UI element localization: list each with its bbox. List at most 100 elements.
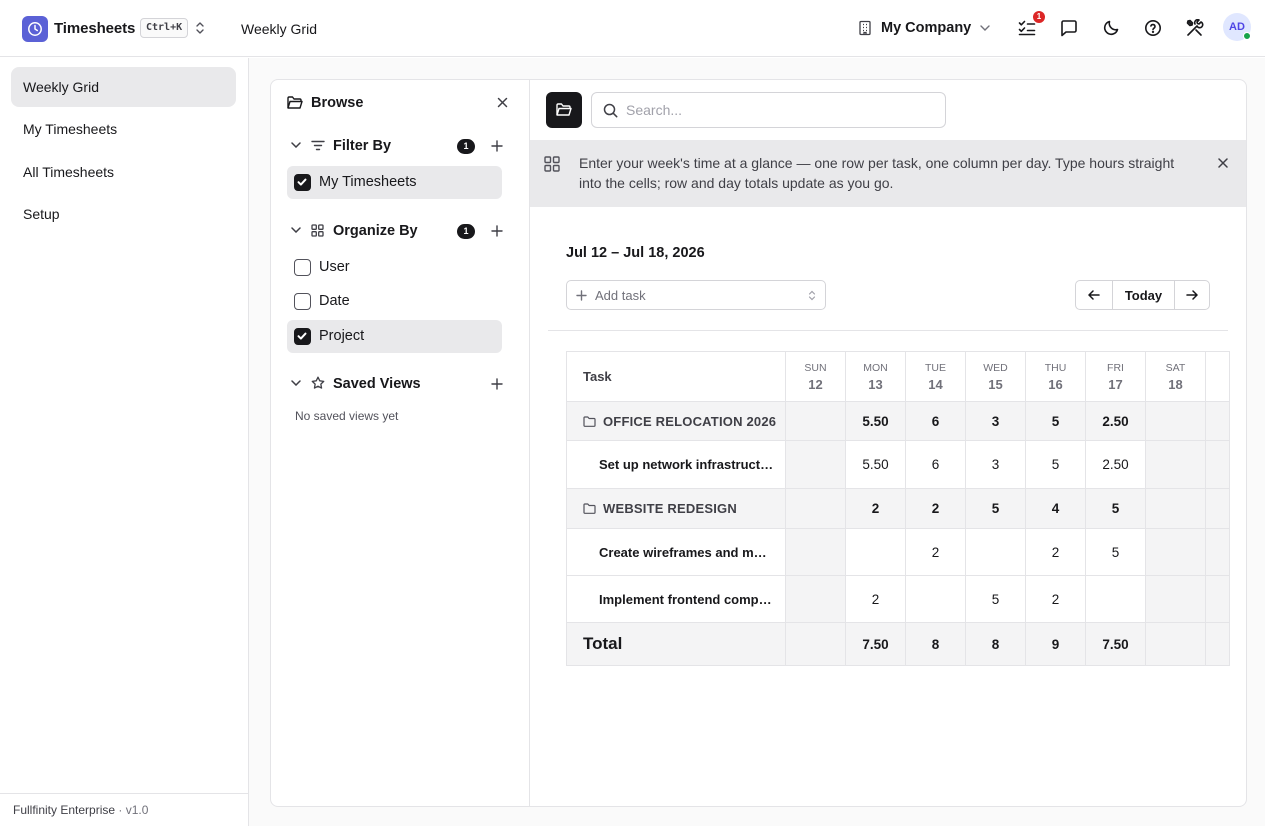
toggle-browse-button[interactable]	[546, 92, 582, 128]
add-group-icon[interactable]	[491, 225, 503, 237]
day-name: WED	[983, 361, 1008, 374]
day-total-cell: 8	[906, 623, 966, 665]
hours-input-cell[interactable]: 2	[846, 576, 906, 623]
task-row-label[interactable]: Create wireframes and mockups	[567, 529, 786, 576]
hours-input-cell[interactable]	[966, 529, 1026, 576]
hours-input-cell[interactable]	[786, 441, 846, 489]
moon-icon[interactable]	[1101, 18, 1121, 38]
sidebar: Weekly Grid My Timesheets All Timesheets…	[0, 58, 249, 826]
chevron-down-icon[interactable]	[291, 142, 301, 148]
hours-input-cell[interactable]	[1086, 576, 1146, 623]
day-number: 16	[1048, 376, 1063, 392]
day-number: 15	[988, 376, 1003, 392]
week-range: Jul 12 – Jul 18, 2026	[566, 245, 705, 261]
close-icon[interactable]	[497, 97, 508, 108]
organize-by-title[interactable]: Organize By	[333, 223, 418, 239]
hours-input-cell[interactable]	[1146, 576, 1206, 623]
hours-input-cell[interactable]: 2	[906, 529, 966, 576]
notification-badge: 1	[1033, 11, 1045, 23]
next-week-button[interactable]	[1175, 281, 1209, 309]
hours-input-cell[interactable]: 5	[966, 576, 1026, 623]
company-switcher[interactable]: My Company	[858, 17, 990, 39]
chevron-down-icon	[980, 25, 990, 31]
grid-icon	[311, 224, 324, 237]
day-name: SUN	[804, 361, 827, 374]
organize-option-label: User	[319, 259, 350, 275]
footer-separator: ·	[118, 803, 123, 817]
hours-input-cell[interactable]: 2	[1026, 576, 1086, 623]
organize-option-date[interactable]: Date	[287, 285, 502, 318]
group-hours-cell	[1146, 489, 1206, 529]
project-group-row-label: WEBSITE REDESIGN	[567, 489, 786, 529]
group-hours-cell: 2	[906, 489, 966, 529]
day-column-header: FRI 17	[1086, 352, 1146, 402]
hours-input-cell[interactable]	[1146, 529, 1206, 576]
help-icon[interactable]	[1143, 18, 1163, 38]
saved-views-empty: No saved views yet	[295, 409, 399, 423]
day-column-header: MON 13	[846, 352, 906, 402]
task-row-label[interactable]: Set up network infrastructure	[567, 441, 786, 489]
grid-extra-cell	[1206, 576, 1229, 623]
day-total-cell	[786, 623, 846, 665]
previous-week-button[interactable]	[1076, 281, 1112, 309]
checkbox-checked[interactable]	[294, 174, 311, 191]
group-hours-cell: 5	[1026, 402, 1086, 441]
chevron-down-icon[interactable]	[291, 380, 301, 386]
filter-by-title[interactable]: Filter By	[333, 138, 391, 154]
sidebar-item-weekly-grid[interactable]: Weekly Grid	[11, 67, 236, 107]
message-icon[interactable]	[1059, 18, 1079, 38]
close-icon[interactable]	[1218, 158, 1228, 168]
sidebar-item-my-timesheets[interactable]: My Timesheets	[11, 109, 236, 149]
checkbox-unchecked[interactable]	[294, 293, 311, 310]
total-row-label: Total	[567, 623, 786, 665]
top-header: Timesheets Ctrl+K Weekly Grid My Company…	[0, 0, 1265, 57]
organize-option-user[interactable]: User	[287, 251, 502, 284]
day-name: MON	[863, 361, 888, 374]
app-name[interactable]: Timesheets	[54, 20, 135, 37]
day-name: FRI	[1107, 361, 1124, 374]
chevron-down-icon[interactable]	[291, 227, 301, 233]
add-task-select[interactable]: Add task	[566, 280, 826, 310]
organize-option-project[interactable]: Project	[287, 320, 502, 353]
hours-input-cell[interactable]	[846, 529, 906, 576]
hours-input-cell[interactable]: 5.50	[846, 441, 906, 489]
section-divider	[548, 330, 1228, 331]
checkbox-checked[interactable]	[294, 328, 311, 345]
sidebar-item-all-timesheets[interactable]: All Timesheets	[11, 152, 236, 192]
group-hours-cell: 6	[906, 402, 966, 441]
hours-input-cell[interactable]: 6	[906, 441, 966, 489]
group-hours-cell	[1146, 402, 1206, 441]
sidebar-footer-divider	[0, 793, 248, 794]
tools-icon[interactable]	[1185, 18, 1205, 38]
hours-input-cell[interactable]: 3	[966, 441, 1026, 489]
today-button[interactable]: Today	[1112, 281, 1175, 309]
hours-input-cell[interactable]	[1146, 441, 1206, 489]
hours-input-cell[interactable]: 2	[1026, 529, 1086, 576]
product-name: Fullfinity Enterprise	[13, 803, 116, 817]
saved-views-title[interactable]: Saved Views	[333, 376, 421, 392]
hours-input-cell[interactable]: 2.50	[1086, 441, 1146, 489]
add-filter-icon[interactable]	[491, 140, 503, 152]
command-shortcut[interactable]: Ctrl+K	[140, 18, 189, 38]
grid-extra-cell	[1206, 352, 1229, 402]
clock-icon[interactable]	[22, 16, 48, 42]
search-input[interactable]	[626, 93, 936, 127]
browse-title: Browse	[311, 95, 364, 111]
sidebar-item-setup[interactable]: Setup	[11, 194, 236, 234]
hours-input-cell[interactable]: 5	[1086, 529, 1146, 576]
task-name: Implement frontend components	[599, 591, 774, 607]
week-navigation: Today	[1075, 280, 1210, 310]
task-row-label[interactable]: Implement frontend components	[567, 576, 786, 623]
app-switcher-icon[interactable]	[194, 21, 206, 35]
hours-input-cell[interactable]	[786, 529, 846, 576]
hours-input-cell[interactable]	[786, 576, 846, 623]
grid-extra-cell	[1206, 623, 1229, 665]
hours-input-cell[interactable]	[906, 576, 966, 623]
search-box[interactable]	[591, 92, 946, 128]
task-column-header: Task	[567, 352, 786, 402]
company-name: My Company	[881, 20, 972, 36]
add-view-icon[interactable]	[491, 378, 503, 390]
filter-option-my-timesheets[interactable]: My Timesheets	[287, 166, 502, 199]
checkbox-unchecked[interactable]	[294, 259, 311, 276]
hours-input-cell[interactable]: 5	[1026, 441, 1086, 489]
